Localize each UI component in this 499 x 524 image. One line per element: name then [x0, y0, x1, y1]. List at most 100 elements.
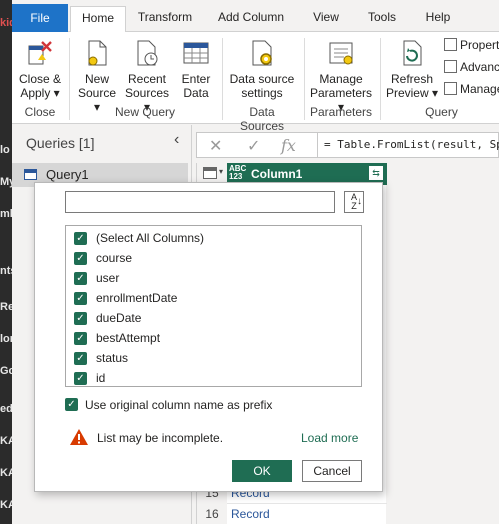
load-more-link[interactable]: Load more: [301, 431, 358, 445]
recent-sources-icon: [132, 38, 162, 68]
warning-text: List may be incomplete.: [97, 431, 224, 445]
tab-add-column[interactable]: Add Column: [208, 6, 294, 32]
recent-sources-button[interactable]: Recent Sources ▾: [122, 36, 172, 114]
list-item-label: course: [96, 251, 133, 265]
row-number: 16: [197, 504, 227, 524]
background-app-item: KA: [0, 435, 12, 447]
enter-data-label-2: Data: [183, 86, 209, 100]
new-source-icon: [82, 38, 112, 68]
manage-icon: [444, 82, 457, 95]
search-input[interactable]: [65, 191, 335, 213]
column-list: ✓ (Select All Columns) ✓ course ✓ user ✓…: [65, 225, 362, 387]
background-app-item: lor: [0, 333, 12, 345]
properties-icon: [444, 38, 457, 51]
background-app-strip: kid lo My mb nts Rep lor Go ed KA KA KA: [0, 0, 12, 524]
background-app-item: My: [0, 176, 12, 188]
record-link[interactable]: Record: [231, 504, 270, 524]
table-menu-icon[interactable]: [203, 167, 217, 179]
checkbox[interactable]: ✓: [74, 272, 87, 285]
tab-home[interactable]: Home: [70, 6, 126, 33]
formula-input[interactable]: = Table.FromList(result, Spl: [317, 133, 499, 157]
close-apply-label-2: Apply ▾: [20, 86, 60, 100]
data-source-settings-button[interactable]: Data source settings: [226, 36, 298, 100]
collapse-pane-icon[interactable]: ‹: [174, 131, 179, 149]
group-label-data-sources: Data Sources: [239, 105, 285, 133]
column-name: Column1: [251, 167, 303, 181]
commit-formula-icon[interactable]: ✓: [247, 136, 260, 156]
list-item-label: user: [96, 271, 120, 285]
use-prefix-label: Use original column name as prefix: [85, 398, 273, 412]
data-source-settings-label-2: settings: [241, 86, 283, 100]
background-app-item: mb: [0, 208, 12, 220]
checkbox[interactable]: ✓: [74, 252, 87, 265]
use-prefix-checkbox[interactable]: ✓: [65, 398, 78, 411]
ribbon: Close & Apply ▾ Close New Source ▾ Recen…: [12, 32, 499, 133]
close-apply-icon: [25, 38, 55, 68]
queries-pane-title: Queries [1]: [26, 135, 95, 151]
fx-icon[interactable]: fx: [281, 136, 296, 155]
list-item-label: bestAttempt: [96, 331, 161, 345]
parameters-icon: [326, 38, 356, 68]
group-divider: [222, 38, 223, 120]
close-apply-label-1: Close &: [18, 72, 62, 86]
checkbox[interactable]: ✓: [74, 312, 87, 325]
checkbox[interactable]: ✓: [74, 372, 87, 385]
group-divider: [380, 38, 381, 120]
table-icon: [24, 169, 37, 180]
tab-tools[interactable]: Tools: [362, 6, 402, 32]
tab-view[interactable]: View: [306, 6, 346, 32]
tab-file[interactable]: File: [12, 4, 68, 32]
table-row: 16 Record: [197, 504, 387, 524]
refresh-icon: [397, 38, 427, 68]
properties-button[interactable]: Propert: [444, 38, 499, 52]
background-app-item: Go: [0, 365, 12, 377]
background-app-item: ed: [0, 403, 12, 415]
ok-button[interactable]: OK: [232, 460, 292, 482]
sort-az-icon[interactable]: A Z ↓: [344, 191, 364, 213]
expand-column-icon[interactable]: ⇆: [369, 166, 383, 180]
refresh-preview-label-1: Refresh: [390, 72, 434, 86]
chevron-down-icon: ▾: [219, 167, 224, 176]
list-item-label: status: [96, 351, 129, 365]
group-label-query: Query: [425, 105, 458, 119]
manage-button[interactable]: Manage: [444, 82, 499, 96]
new-source-label-1: New: [84, 72, 109, 86]
list-item-label: dueDate: [96, 311, 142, 325]
cancel-formula-icon[interactable]: ✕: [209, 136, 222, 156]
background-app-item: kid: [0, 17, 12, 29]
cancel-button[interactable]: Cancel: [302, 460, 362, 482]
close-apply-button[interactable]: Close & Apply ▾: [16, 36, 64, 100]
checkbox[interactable]: ✓: [74, 292, 87, 305]
background-app-item: KA: [0, 467, 12, 479]
list-item-label: (Select All Columns): [96, 231, 205, 245]
enter-data-label-1: Enter: [181, 72, 211, 86]
list-item-label: enrollmentDate: [96, 291, 178, 305]
background-app-item: KA: [0, 499, 12, 511]
checkbox[interactable]: ✓: [74, 232, 87, 245]
checkbox[interactable]: ✓: [74, 352, 87, 365]
refresh-preview-button[interactable]: Refresh Preview ▾: [384, 36, 440, 100]
tab-help[interactable]: Help: [418, 6, 458, 32]
properties-label: Propert: [460, 38, 499, 52]
formula-bar: ✕ ✓ fx = Table.FromList(result, Spl: [196, 132, 499, 158]
background-app-item: Rep: [0, 301, 12, 313]
column-type-icon[interactable]: ABC 123: [229, 165, 246, 181]
group-label-new-query: New Query: [114, 105, 176, 119]
refresh-preview-label-2: Preview ▾: [385, 86, 439, 100]
query-item-label: Query1: [46, 167, 89, 182]
recent-sources-label-1: Recent: [127, 72, 167, 86]
checkbox[interactable]: ✓: [74, 332, 87, 345]
expand-column-popup: A Z ↓ ✓ (Select All Columns) ✓ course ✓ us…: [34, 182, 383, 492]
warning-icon: [69, 428, 89, 446]
advanced-editor-label: Advance: [460, 60, 499, 74]
manage-parameters-label-1: Manage: [319, 72, 363, 86]
advanced-editor-button[interactable]: Advance: [444, 60, 499, 74]
background-app-item: lo: [0, 144, 10, 156]
tab-transform[interactable]: Transform: [130, 6, 200, 32]
manage-parameters-button[interactable]: Manage Parameters ▾: [308, 36, 374, 114]
gear-icon: [247, 38, 277, 68]
group-divider: [304, 38, 305, 120]
enter-data-button[interactable]: Enter Data: [176, 36, 216, 100]
group-label-close: Close: [24, 105, 56, 119]
new-source-button[interactable]: New Source ▾: [74, 36, 120, 114]
